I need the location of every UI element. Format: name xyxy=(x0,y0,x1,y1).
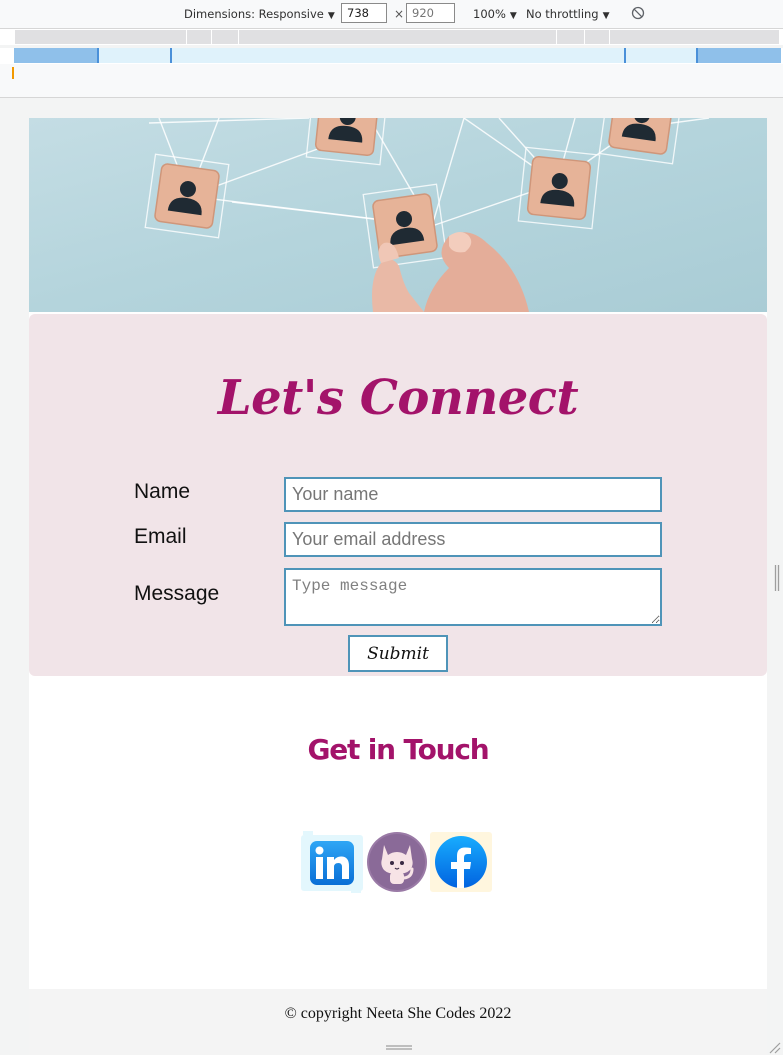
facebook-icon[interactable] xyxy=(430,831,492,893)
zoom-dropdown[interactable]: 100% ▼ xyxy=(473,7,517,21)
resize-handle-bottom[interactable] xyxy=(386,1044,412,1052)
media-query-segment[interactable] xyxy=(610,30,780,44)
media-query-segment[interactable] xyxy=(557,30,585,44)
media-query-segment[interactable] xyxy=(172,48,624,63)
media-query-segment[interactable] xyxy=(99,48,172,63)
media-query-segment[interactable] xyxy=(239,30,557,44)
dimensions-dropdown[interactable]: Dimensions: Responsive ▼ xyxy=(184,7,335,21)
times-sign: × xyxy=(394,7,405,21)
resize-corner-icon[interactable] xyxy=(767,1040,781,1054)
width-input[interactable] xyxy=(341,3,387,23)
chevron-down-icon: ▼ xyxy=(327,11,335,21)
message-textarea[interactable] xyxy=(284,568,662,626)
height-input[interactable] xyxy=(406,3,455,23)
emulated-page: Let's Connect Name Email Message Submit … xyxy=(29,118,767,1055)
ruler-marker xyxy=(12,67,14,79)
chevron-down-icon: ▼ xyxy=(509,11,517,21)
media-query-bar-max xyxy=(0,29,783,45)
media-query-segment[interactable] xyxy=(585,30,610,44)
github-icon[interactable] xyxy=(366,831,428,893)
device-toolbar: Dimensions: Responsive▼ × 100%▼ No throt… xyxy=(0,0,783,29)
rotate-icon[interactable] xyxy=(631,6,645,20)
ruler-area xyxy=(0,64,783,98)
hero-image xyxy=(29,118,767,312)
media-query-segment[interactable] xyxy=(15,30,187,44)
media-query-segment[interactable] xyxy=(696,48,781,63)
media-query-segment[interactable] xyxy=(14,48,99,63)
submit-button[interactable]: Submit xyxy=(348,635,448,672)
media-query-segment[interactable] xyxy=(187,30,212,44)
contact-form-section: Let's Connect Name Email Message Submit xyxy=(29,314,767,676)
resize-handle-right[interactable] xyxy=(774,565,780,591)
connect-heading: Let's Connect xyxy=(217,370,579,426)
zoom-label: 100% xyxy=(473,7,506,21)
media-query-segment[interactable] xyxy=(624,48,696,63)
chevron-down-icon: ▼ xyxy=(602,11,610,21)
name-input[interactable] xyxy=(284,477,662,512)
email-input[interactable] xyxy=(284,522,662,557)
name-label: Name xyxy=(134,480,191,503)
email-label: Email xyxy=(134,525,187,548)
media-query-bar-min xyxy=(0,48,783,64)
media-query-segment[interactable] xyxy=(212,30,239,44)
copyright-text: © copyright Neeta She Codes 2022 xyxy=(284,1005,512,1022)
dimensions-label: Dimensions: Responsive xyxy=(184,7,324,21)
message-label: Message xyxy=(134,582,220,605)
linkedin-icon[interactable] xyxy=(301,831,363,893)
throttling-dropdown[interactable]: No throttling ▼ xyxy=(526,7,610,21)
throttling-label: No throttling xyxy=(526,7,599,21)
get-in-touch-heading: Get in Touch xyxy=(307,733,489,766)
